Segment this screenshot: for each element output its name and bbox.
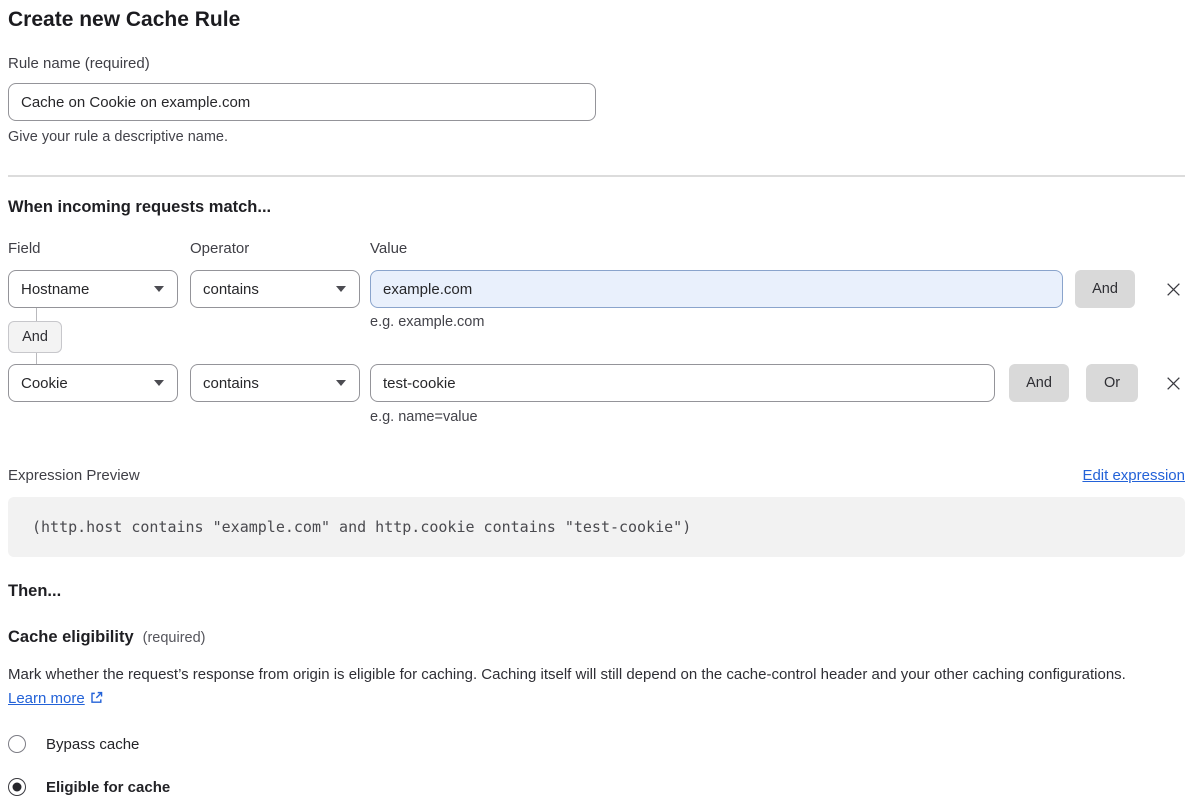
field-select-1[interactable]: Hostname	[8, 270, 178, 308]
operator-select-2[interactable]: contains	[190, 364, 360, 402]
value-hint-1: e.g. example.com	[370, 314, 484, 330]
close-icon	[1165, 281, 1182, 298]
field-column-label: Field	[8, 240, 190, 257]
add-or-button-2[interactable]: Or	[1086, 364, 1138, 402]
radio-option-eligible-for-cache[interactable]: Eligible for cache	[8, 778, 1185, 796]
connector-zone: And e.g. example.com	[8, 308, 1185, 364]
cache-eligibility-description: Mark whether the request’s response from…	[8, 663, 1166, 711]
cache-eligibility-heading-row: Cache eligibility (required)	[8, 628, 1185, 647]
condition-row-2: Cookie contains And Or	[8, 364, 1185, 402]
page-title: Create new Cache Rule	[8, 6, 1185, 33]
remove-condition-button-1[interactable]	[1161, 277, 1185, 301]
description-text: Mark whether the request’s response from…	[8, 666, 1126, 683]
section-divider	[8, 175, 1185, 177]
rule-name-input[interactable]	[8, 83, 596, 121]
rule-name-helper: Give your rule a descriptive name.	[8, 129, 1185, 146]
operator-select-1[interactable]: contains	[190, 270, 360, 308]
add-and-button-2[interactable]: And	[1009, 364, 1069, 402]
match-heading: When incoming requests match...	[8, 198, 1185, 217]
chevron-down-icon	[154, 286, 164, 292]
expression-header: Expression Preview Edit expression	[8, 467, 1185, 484]
chevron-down-icon	[336, 380, 346, 386]
learn-more-link[interactable]: Learn more	[8, 690, 85, 707]
external-link-icon	[89, 690, 104, 705]
required-note: (required)	[143, 630, 206, 646]
radio-label: Eligible for cache	[46, 779, 170, 796]
field-select-2-value: Cookie	[21, 375, 68, 392]
radio-label: Bypass cache	[46, 736, 139, 753]
remove-condition-button-2[interactable]	[1161, 371, 1185, 395]
close-icon	[1165, 375, 1182, 392]
value-input-1[interactable]	[370, 270, 1063, 308]
field-select-2[interactable]: Cookie	[8, 364, 178, 402]
rule-name-label: Rule name (required)	[8, 55, 1185, 73]
add-and-button-1[interactable]: And	[1075, 270, 1135, 308]
radio-selected-icon[interactable]	[8, 778, 26, 796]
value-hint-2: e.g. name=value	[370, 409, 1185, 426]
then-heading: Then...	[8, 582, 1185, 601]
chevron-down-icon	[154, 380, 164, 386]
chevron-down-icon	[336, 286, 346, 292]
radio-option-bypass-cache[interactable]: Bypass cache	[8, 735, 1185, 753]
expression-preview-box: (http.host contains "example.com" and ht…	[8, 497, 1185, 557]
condition-column-labels: Field Operator Value	[8, 240, 1185, 257]
expression-code: (http.host contains "example.com" and ht…	[32, 518, 691, 536]
field-select-1-value: Hostname	[21, 281, 89, 298]
expression-preview-label: Expression Preview	[8, 467, 140, 484]
value-column-label: Value	[370, 240, 407, 257]
cache-eligibility-heading: Cache eligibility	[8, 628, 134, 647]
operator-select-1-value: contains	[203, 281, 259, 298]
connector-and-button[interactable]: And	[8, 321, 62, 353]
condition-row-1: Hostname contains And	[8, 270, 1185, 308]
radio-unselected-icon[interactable]	[8, 735, 26, 753]
operator-select-2-value: contains	[203, 375, 259, 392]
value-input-2[interactable]	[370, 364, 995, 402]
edit-expression-link[interactable]: Edit expression	[1082, 467, 1185, 484]
create-cache-rule-page: Create new Cache Rule Rule name (require…	[0, 0, 1200, 796]
operator-column-label: Operator	[190, 240, 370, 257]
